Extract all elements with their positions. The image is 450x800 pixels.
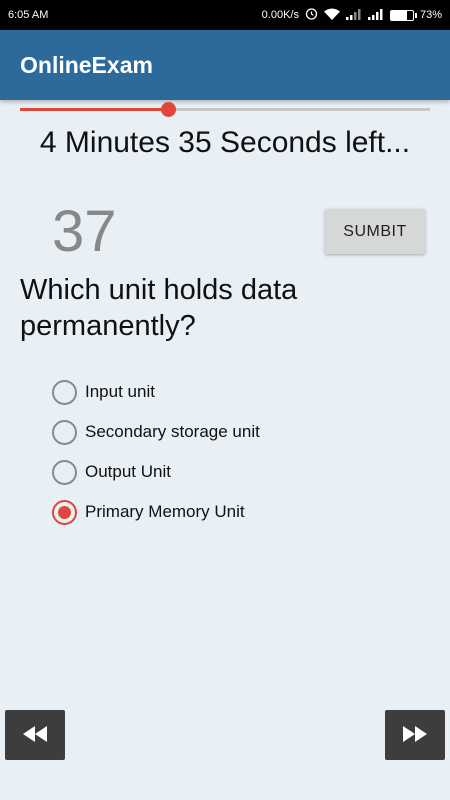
submit-button[interactable]: SUMBIT [325, 209, 425, 254]
timer-progress-thumb [160, 102, 176, 117]
network-speed: 0.00K/s [261, 9, 299, 21]
radio-button[interactable] [52, 379, 77, 405]
app-title: OnlineExam [20, 51, 153, 78]
status-bar: 6:05 AM 0.00K/s 73% [0, 0, 450, 30]
answer-options: Input unit Secondary storage unit Output… [52, 372, 422, 532]
rewind-icon [21, 724, 49, 747]
status-icons: 0.00K/s 73% [262, 7, 442, 23]
timer-progress-fill [20, 108, 168, 111]
option-0[interactable]: Input unit [52, 372, 422, 412]
question-number: 37 [52, 199, 117, 264]
wifi-icon [323, 8, 340, 23]
app-bar: OnlineExam [0, 30, 450, 100]
alarm-icon [305, 7, 318, 23]
previous-question-button[interactable] [5, 710, 65, 760]
status-time: 6:05 AM [8, 9, 49, 21]
time-left-text: 4 Minutes 35 Seconds left... [39, 126, 411, 159]
timer-progress-track [20, 102, 430, 117]
option-label: Input unit [85, 382, 155, 401]
option-label: Output Unit [85, 462, 171, 481]
option-label: Secondary storage unit [85, 422, 260, 441]
fast-forward-icon [401, 724, 429, 747]
next-question-button[interactable] [385, 710, 445, 760]
signal-icon [345, 8, 362, 23]
option-1[interactable]: Secondary storage unit [52, 412, 422, 452]
radio-selected-dot [58, 505, 71, 519]
option-label: Primary Memory Unit [85, 502, 245, 521]
option-3[interactable]: Primary Memory Unit [52, 492, 422, 532]
signal-icon [367, 8, 384, 23]
radio-button[interactable] [52, 419, 77, 445]
radio-button[interactable] [52, 459, 77, 485]
question-text: Which unit holds data permanently? [20, 274, 298, 342]
option-2[interactable]: Output Unit [52, 452, 422, 492]
battery-fill [390, 10, 408, 20]
battery-percent: 73% [419, 9, 442, 21]
radio-button[interactable] [52, 499, 77, 525]
battery-icon [389, 9, 417, 21]
